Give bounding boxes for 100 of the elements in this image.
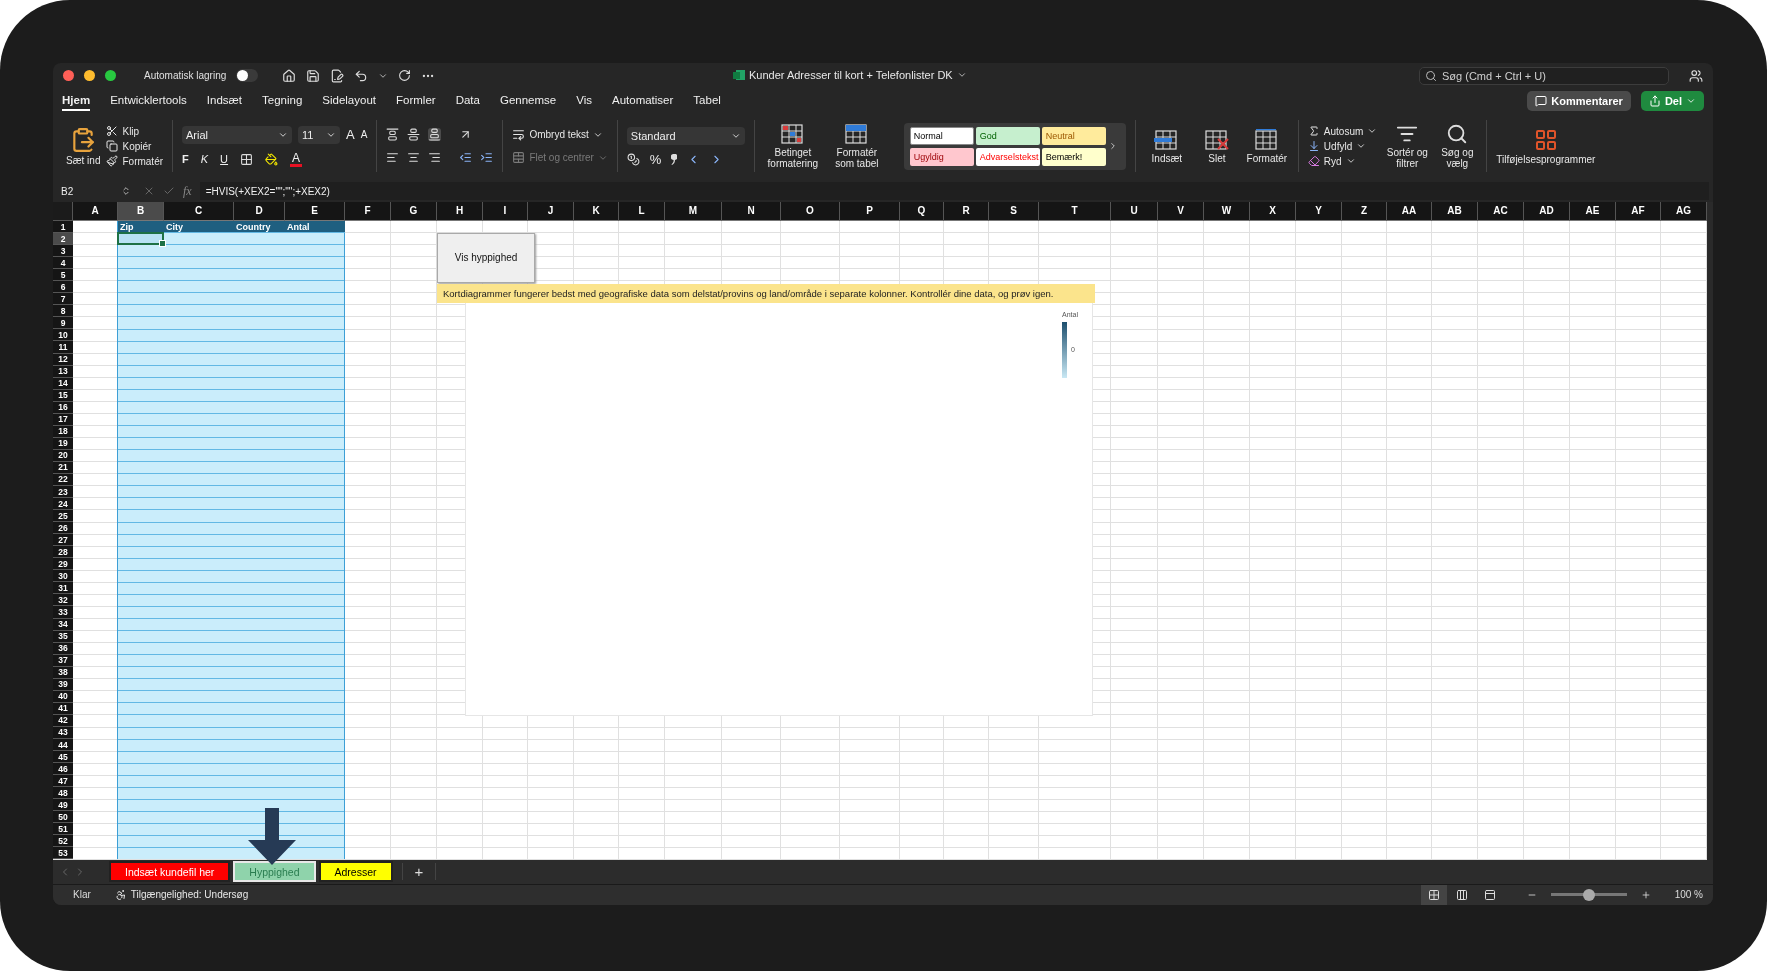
- ribbon-tab[interactable]: Hjem: [62, 91, 91, 112]
- row-number[interactable]: 49: [53, 799, 73, 812]
- percent-button[interactable]: %: [649, 152, 662, 166]
- font-size-select[interactable]: 11: [298, 125, 341, 144]
- zoom-thumb[interactable]: [1582, 889, 1595, 901]
- row-number[interactable]: 32: [53, 594, 73, 607]
- cell-style[interactable]: Bemærk!: [1041, 147, 1106, 166]
- decrease-indent-icon[interactable]: [459, 151, 473, 165]
- number-format-select[interactable]: Standard: [626, 126, 745, 145]
- row-number[interactable]: 5: [53, 269, 73, 282]
- ribbon-tab[interactable]: Entwicklertools: [110, 91, 187, 112]
- row-number[interactable]: 23: [53, 486, 73, 499]
- row-number[interactable]: 51: [53, 823, 73, 836]
- font-name-select[interactable]: Arial: [182, 125, 293, 144]
- paste-button[interactable]: Sæt ind: [66, 126, 101, 166]
- row-number[interactable]: 46: [53, 763, 73, 776]
- name-box[interactable]: B2: [57, 182, 135, 201]
- row-number[interactable]: 26: [53, 522, 73, 535]
- row-number[interactable]: 4: [53, 257, 73, 270]
- ribbon-tab[interactable]: Vis: [576, 91, 592, 112]
- row-number[interactable]: 2: [53, 233, 73, 246]
- row-number[interactable]: 3: [53, 245, 73, 258]
- zoom-button[interactable]: [105, 70, 116, 82]
- show-frequency-button[interactable]: Vis hyppighed: [437, 233, 535, 283]
- style-tool-button[interactable]: Formatér som tabel: [827, 123, 886, 170]
- cell-style[interactable]: Normal: [909, 126, 974, 145]
- align-right-icon[interactable]: [428, 151, 442, 165]
- edit-file-icon[interactable]: [330, 68, 345, 83]
- delete-cells-icon[interactable]: [1203, 128, 1230, 151]
- wrap-text-button[interactable]: Ombryd tekst: [512, 128, 608, 142]
- align-left-icon[interactable]: [386, 151, 400, 165]
- ribbon-tab[interactable]: Gennemse: [499, 91, 557, 112]
- home-icon[interactable]: [282, 68, 297, 83]
- row-number[interactable]: 52: [53, 835, 73, 848]
- sheet-tab[interactable]: Adresser: [318, 861, 393, 883]
- align-middle-icon[interactable]: [407, 128, 421, 142]
- row-number[interactable]: 47: [53, 775, 73, 788]
- formula-field[interactable]: =HVIS(+XEX2="";"";+XEX2): [199, 182, 1709, 201]
- row-number[interactable]: 45: [53, 751, 73, 764]
- row-number[interactable]: 6: [53, 281, 73, 294]
- save-icon[interactable]: [306, 68, 321, 83]
- conditional-format-icon[interactable]: [779, 123, 806, 146]
- underline-button[interactable]: U: [220, 153, 229, 165]
- autosave-switch[interactable]: [236, 69, 259, 83]
- row-number[interactable]: 53: [53, 847, 73, 860]
- bold-button[interactable]: F: [182, 153, 189, 165]
- ribbon-tab[interactable]: Sidelayout: [322, 91, 376, 112]
- comments-button[interactable]: Kommentarer: [1527, 91, 1631, 112]
- addins-button[interactable]: Tilføjelsesprogrammer: [1496, 127, 1596, 165]
- accounting-icon[interactable]: [626, 152, 640, 166]
- shrink-font-button[interactable]: A: [360, 129, 368, 140]
- italic-button[interactable]: K: [200, 153, 209, 165]
- ribbon-tab[interactable]: Tegning: [262, 91, 303, 112]
- increase-indent-icon[interactable]: [480, 151, 494, 165]
- ribbon-tab[interactable]: Automatiser: [612, 91, 674, 112]
- format-cells-icon[interactable]: [1253, 128, 1280, 151]
- align-bottom-icon[interactable]: [428, 128, 442, 142]
- cell-style[interactable]: Advarselstekst: [975, 147, 1040, 166]
- row-number[interactable]: 31: [53, 582, 73, 595]
- format-painter-button[interactable]: Formatér: [106, 155, 164, 168]
- row-number[interactable]: 10: [53, 329, 73, 342]
- row-number[interactable]: 25: [53, 510, 73, 523]
- add-sheet-button[interactable]: +: [401, 863, 437, 881]
- row-number[interactable]: 7: [53, 293, 73, 306]
- ribbon-tab[interactable]: Tabel: [693, 91, 721, 112]
- table-icon[interactable]: [843, 123, 870, 146]
- cells-button[interactable]: Slet: [1194, 128, 1239, 164]
- people-icon[interactable]: [1689, 68, 1703, 83]
- selected-cell[interactable]: [117, 232, 164, 246]
- find-select-button[interactable]: Søg og vælg: [1437, 123, 1478, 170]
- copy-button[interactable]: Kopiér: [106, 140, 164, 153]
- row-number[interactable]: 9: [53, 317, 73, 330]
- zoom-in-icon[interactable]: [1640, 890, 1651, 900]
- view-button[interactable]: [1420, 885, 1447, 905]
- share-button[interactable]: Del: [1640, 91, 1704, 112]
- row-number[interactable]: 29: [53, 558, 73, 571]
- row-number[interactable]: 27: [53, 534, 73, 547]
- cell-style[interactable]: Neutral: [1041, 126, 1106, 145]
- grow-font-button[interactable]: A: [346, 128, 355, 142]
- row-number[interactable]: 11: [53, 341, 73, 354]
- row-number[interactable]: 44: [53, 739, 73, 752]
- ribbon-tab[interactable]: Indsæt: [206, 91, 242, 112]
- comma-style-icon[interactable]: [671, 153, 678, 165]
- clear-button[interactable]: Ryd: [1307, 155, 1378, 168]
- fill-button[interactable]: Udfyld: [1307, 140, 1378, 153]
- close-button[interactable]: [63, 70, 74, 82]
- cut-button[interactable]: Klip: [106, 125, 164, 138]
- row-number[interactable]: 28: [53, 546, 73, 559]
- row-number[interactable]: 24: [53, 498, 73, 511]
- ribbon-tab[interactable]: Data: [455, 91, 480, 112]
- align-center-icon[interactable]: [407, 151, 421, 165]
- row-number[interactable]: 8: [53, 305, 73, 318]
- row-number[interactable]: 30: [53, 570, 73, 583]
- ribbon-tab[interactable]: Formler: [396, 91, 436, 112]
- align-top-icon[interactable]: [386, 128, 400, 142]
- fill-color-icon[interactable]: [265, 152, 279, 166]
- caret-icon[interactable]: [956, 70, 967, 80]
- redo-icon[interactable]: [398, 69, 412, 83]
- cells-button[interactable]: Indsæt: [1144, 128, 1189, 164]
- row-number[interactable]: 33: [53, 606, 73, 619]
